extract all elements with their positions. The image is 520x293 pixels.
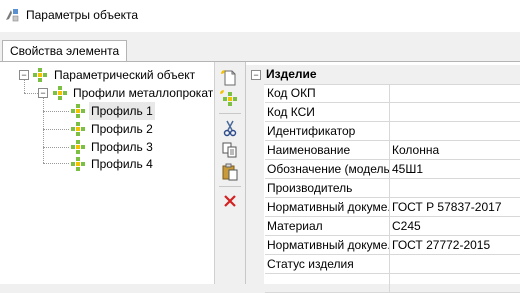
property-value[interactable] bbox=[389, 103, 520, 122]
property-value[interactable] bbox=[389, 179, 520, 198]
property-name bbox=[265, 274, 390, 293]
property-value[interactable] bbox=[389, 274, 520, 293]
tree-root-toggle[interactable]: − bbox=[19, 70, 29, 80]
object-parameters-icon bbox=[6, 9, 19, 22]
property-row[interactable]: Обозначение (модель) 45Ш1 bbox=[246, 160, 520, 179]
tab-bar: Свойства элемента bbox=[0, 40, 520, 62]
property-name: Обозначение (модель) bbox=[265, 160, 390, 179]
property-category: − Изделие bbox=[246, 65, 520, 85]
property-value[interactable] bbox=[389, 122, 520, 141]
property-name: Наименование bbox=[265, 141, 390, 160]
property-value[interactable] bbox=[389, 255, 520, 274]
property-name: Код КСИ bbox=[265, 103, 390, 122]
paste-icon[interactable] bbox=[220, 162, 240, 182]
profile-node-icon bbox=[71, 104, 85, 118]
property-row[interactable]: Нормативный докуме... ГОСТ 27772-2015 bbox=[246, 236, 520, 255]
properties-panel: − Параметрический объект − Профили метал… bbox=[0, 61, 520, 293]
category-toggle[interactable]: − bbox=[251, 70, 261, 80]
property-value[interactable] bbox=[389, 84, 520, 103]
property-value[interactable]: ГОСТ Р 57837-2017 bbox=[389, 198, 520, 217]
profile-node-icon bbox=[71, 122, 85, 136]
property-name: Нормативный докуме... bbox=[265, 236, 390, 255]
delete-icon[interactable] bbox=[220, 191, 240, 211]
property-name: Материал bbox=[265, 217, 390, 236]
tree-group-toggle[interactable]: − bbox=[38, 88, 48, 98]
property-name: Нормативный докуме... bbox=[265, 198, 390, 217]
property-row[interactable] bbox=[246, 274, 520, 293]
tree-node-label: Профили металлопрокат bbox=[73, 86, 213, 100]
property-value[interactable]: Колонна bbox=[389, 141, 520, 160]
category-label: Изделие bbox=[266, 67, 317, 81]
window-title: Параметры объекта bbox=[26, 8, 139, 22]
title-bar: Параметры объекта bbox=[0, 0, 520, 32]
object-node-icon bbox=[33, 68, 47, 82]
tree-item-label: Профиль 4 bbox=[91, 157, 153, 171]
property-name: Идентификатор bbox=[265, 122, 390, 141]
property-name: Производитель bbox=[265, 179, 390, 198]
tree-item-label: Профиль 3 bbox=[91, 140, 153, 154]
tree-item-label: Профиль 2 bbox=[91, 122, 153, 136]
object-tree[interactable]: − Параметрический объект − Профили метал… bbox=[0, 62, 213, 284]
property-row[interactable]: Идентификатор bbox=[246, 122, 520, 141]
property-row[interactable]: Код КСИ bbox=[246, 103, 520, 122]
tab-element-properties[interactable]: Свойства элемента bbox=[2, 40, 128, 62]
copy-icon[interactable] bbox=[220, 140, 240, 160]
property-row[interactable]: Производитель bbox=[246, 179, 520, 198]
add-object-icon[interactable] bbox=[220, 89, 240, 109]
property-row[interactable]: Материал С245 bbox=[246, 217, 520, 236]
property-row[interactable]: Статус изделия bbox=[246, 255, 520, 274]
object-node-icon bbox=[53, 86, 67, 100]
profile-node-icon bbox=[71, 157, 85, 171]
property-name: Код ОКП bbox=[265, 84, 390, 103]
property-value[interactable]: С245 bbox=[389, 217, 520, 236]
vertical-toolbar bbox=[214, 62, 246, 284]
tree-item-label: Профиль 1 bbox=[89, 102, 155, 120]
tree-node-label: Параметрический объект bbox=[54, 68, 196, 82]
property-value[interactable]: 45Ш1 bbox=[389, 160, 520, 179]
new-document-icon[interactable] bbox=[220, 68, 240, 88]
profile-node-icon bbox=[71, 140, 85, 154]
property-name: Статус изделия bbox=[265, 255, 390, 274]
property-row[interactable]: Наименование Колонна bbox=[246, 141, 520, 160]
property-row[interactable]: Код ОКП bbox=[246, 84, 520, 103]
property-row[interactable]: Нормативный докуме... ГОСТ Р 57837-2017 bbox=[246, 198, 520, 217]
cut-icon[interactable] bbox=[220, 118, 240, 138]
property-value[interactable]: ГОСТ 27772-2015 bbox=[389, 236, 520, 255]
